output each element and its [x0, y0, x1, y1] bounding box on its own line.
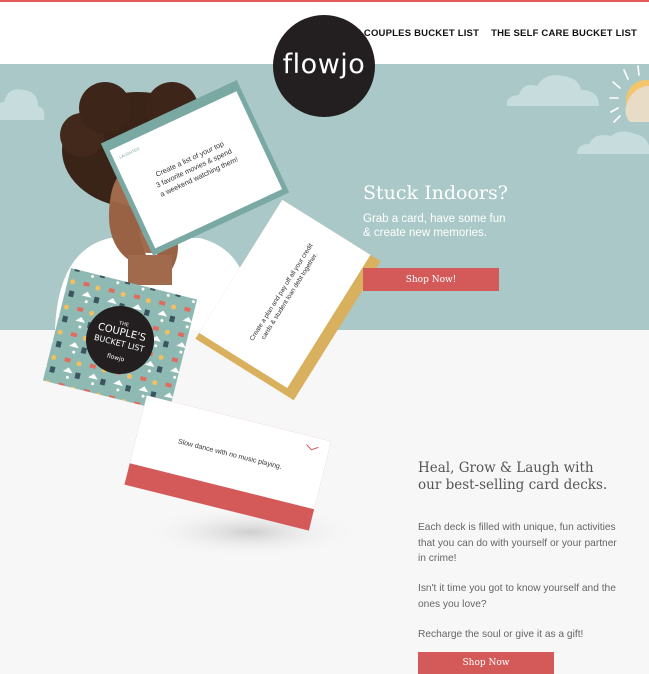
hero-title: Stuck Indoors? [363, 182, 508, 204]
cloud-left [0, 89, 45, 120]
hero-shop-now-button[interactable]: Shop Now! [363, 268, 499, 291]
section-paragraph-1: Each deck is filled with unique, fun act… [418, 522, 617, 564]
section-title: Heal, Grow & Laugh with our best-selling… [418, 460, 608, 493]
cloud-bottom [577, 131, 649, 154]
section-paragraph-2: Isn't it time you got to know yourself a… [418, 583, 616, 610]
logo-text: flowjo [282, 48, 366, 80]
nav-link-self-care-bucket-list[interactable]: THE SELF CARE BUCKET LIST [491, 28, 637, 39]
deck-box-line3: BUCKET LIST [93, 333, 145, 354]
section-shop-now-button[interactable]: Shop Now [418, 652, 554, 674]
red-activity-card: Slow dance with no music playing. [124, 395, 332, 531]
section-paragraph-3: Recharge the soul or give it as a gift! [418, 629, 584, 640]
cloud-right [506, 75, 599, 106]
main-nav: THE COUPLES BUCKET LIST THE SELF CARE BU… [341, 28, 637, 39]
hero-subtitle: Grab a card, have some fun & create new … [363, 213, 506, 239]
card-shadow [140, 506, 360, 558]
flowjo-logo[interactable]: flowjo [273, 15, 375, 117]
red-card-text: Slow dance with no music playing. [177, 438, 282, 471]
deck-box-brand: flowjo [106, 352, 125, 363]
sun-icon [609, 65, 649, 123]
